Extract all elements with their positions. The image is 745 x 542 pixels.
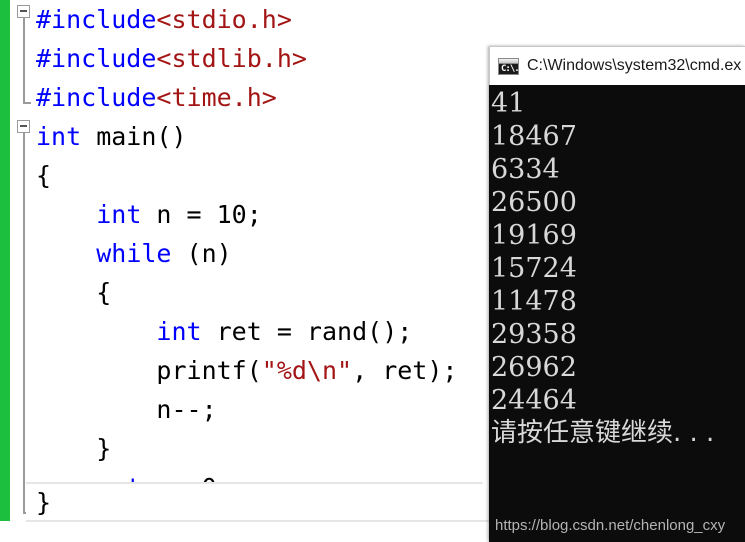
fold-box-include-block[interactable] bbox=[17, 5, 30, 18]
console-output-line: 41 bbox=[491, 88, 526, 119]
current-line-highlight[interactable]: } bbox=[26, 482, 483, 522]
console-output-lines: 41 18467 6334 26500 19169 15724 11478 29358 2696… bbox=[491, 87, 714, 450]
code-token-plain: , ret); bbox=[352, 356, 458, 385]
watermark-url: https://blog.csdn.net/chenlong_cxy bbox=[495, 517, 726, 534]
current-line-text: } bbox=[36, 488, 52, 517]
code-token-hdr: <time.h> bbox=[156, 83, 277, 112]
fold-guide-main bbox=[23, 133, 25, 514]
code-token-plain: n--; bbox=[156, 395, 217, 424]
outlining-gutter[interactable] bbox=[10, 0, 36, 521]
code-token-str: "%d\n" bbox=[261, 356, 353, 385]
console-output-line: 26962 bbox=[491, 352, 577, 383]
code-token-hdr: <stdlib.h> bbox=[156, 44, 307, 73]
console-output-line: 18467 bbox=[491, 121, 577, 152]
code-token-plain: { bbox=[96, 278, 112, 307]
code-token-plain: printf( bbox=[156, 356, 262, 385]
console-output-line: 26500 bbox=[491, 187, 577, 218]
code-token-plain: (n) bbox=[171, 239, 232, 268]
console-output-line: 19169 bbox=[491, 220, 577, 251]
code-token-kw: int bbox=[156, 317, 202, 346]
console-output-line: 6334 bbox=[491, 154, 560, 185]
code-token-pre: #include bbox=[36, 83, 157, 112]
cmd-console-icon: C:\. bbox=[498, 57, 520, 75]
code-token-plain: ret = rand(); bbox=[201, 317, 413, 346]
console-output-area[interactable]: 41 18467 6334 26500 19169 15724 11478 29358 2696… bbox=[489, 85, 745, 542]
console-titlebar[interactable]: C:\. C:\Windows\system32\cmd.ex bbox=[489, 46, 745, 85]
fold-foot-include bbox=[23, 102, 31, 104]
fold-box-main-block[interactable] bbox=[17, 120, 30, 133]
code-token-kw: while bbox=[96, 239, 172, 268]
console-press-any-key-prompt: 请按任意键继续. . . bbox=[491, 418, 715, 448]
code-token-plain: main() bbox=[81, 122, 187, 151]
code-line: #include<stdio.h> bbox=[36, 0, 745, 39]
console-output-line: 15724 bbox=[491, 253, 577, 284]
change-indicator-bar bbox=[0, 0, 10, 521]
code-token-hdr: <stdio.h> bbox=[156, 5, 292, 34]
code-token-kw: int bbox=[36, 122, 82, 151]
console-output-line: 11478 bbox=[491, 286, 577, 317]
code-token-plain: } bbox=[96, 434, 112, 463]
console-output-line: 24464 bbox=[491, 385, 577, 416]
code-token-pre: #include bbox=[36, 5, 157, 34]
fold-guide-include bbox=[23, 18, 25, 104]
code-token-plain: n = 10; bbox=[141, 200, 262, 229]
console-title-text: C:\Windows\system32\cmd.ex bbox=[527, 57, 742, 74]
console-output-line: 29358 bbox=[491, 319, 577, 350]
code-token-plain: { bbox=[36, 161, 52, 190]
code-token-pre: #include bbox=[36, 44, 157, 73]
code-token-kw: int bbox=[96, 200, 142, 229]
cmd-console-window[interactable]: C:\. C:\Windows\system32\cmd.ex 41 18467 6… bbox=[489, 46, 745, 542]
